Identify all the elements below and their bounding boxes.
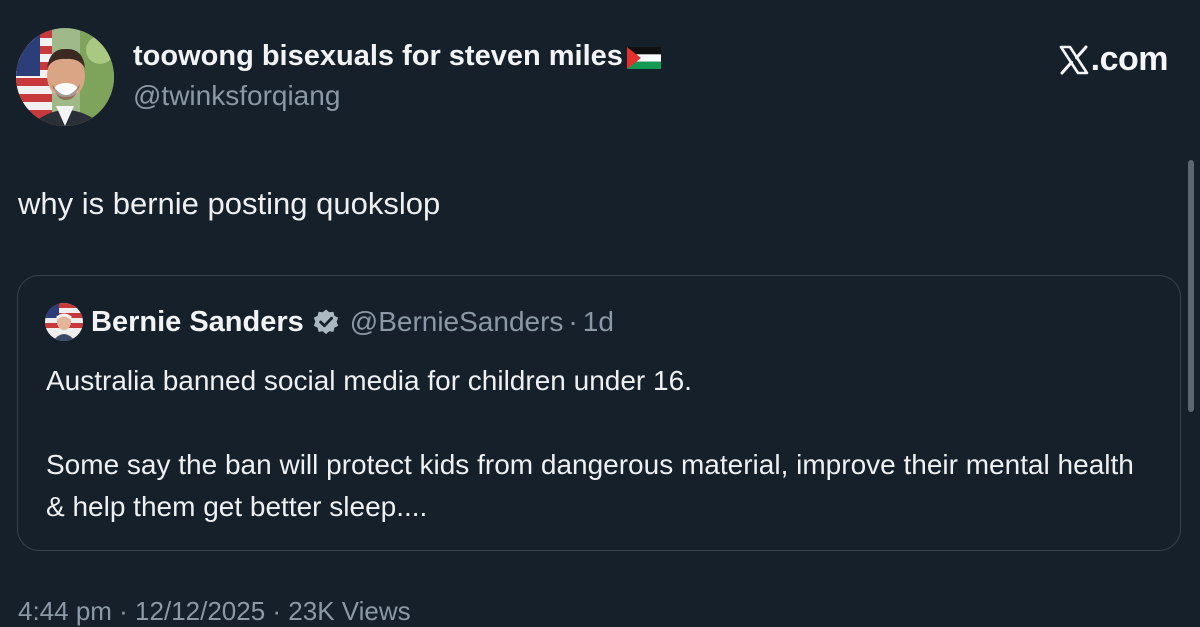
quoted-tweet-card[interactable]: Bernie Sanders @BernieSanders · 1d Austr… [17, 275, 1181, 551]
x-logo-icon [1059, 45, 1089, 75]
quoted-author-handle[interactable]: @BernieSanders [350, 306, 564, 338]
quoted-author-avatar[interactable] [45, 303, 83, 341]
dot-separator: · [568, 306, 578, 337]
tweet-meta-footer: 4:44 pm · 12/12/2025 · 23K Views [18, 596, 411, 626]
quoted-tweet-paragraph-1: Australia banned social media for childr… [46, 365, 692, 396]
scrollbar[interactable] [1188, 160, 1194, 412]
author-display-name[interactable]: toowong bisexuals for steven miles [133, 40, 661, 73]
x-com-brand: .com [1059, 40, 1169, 79]
quoted-tweet-body: Australia banned social media for childr… [46, 360, 1146, 528]
verified-badge-icon [312, 308, 340, 336]
author-handle[interactable]: @twinksforqiang [133, 80, 340, 112]
quoted-tweet-paragraph-2: Some say the ban will protect kids from … [46, 449, 1134, 522]
quoted-tweet-time[interactable]: 1d [583, 306, 614, 338]
brand-label: .com [1090, 40, 1169, 78]
author-avatar[interactable] [16, 28, 114, 126]
quoted-tweet-header: Bernie Sanders @BernieSanders · 1d [45, 303, 614, 341]
tweet-text: why is bernie posting quokslop [18, 186, 441, 221]
quoted-author-name[interactable]: Bernie Sanders [91, 306, 304, 339]
author-name-text: toowong bisexuals for steven miles [133, 40, 623, 72]
palestine-flag-icon [626, 47, 661, 69]
